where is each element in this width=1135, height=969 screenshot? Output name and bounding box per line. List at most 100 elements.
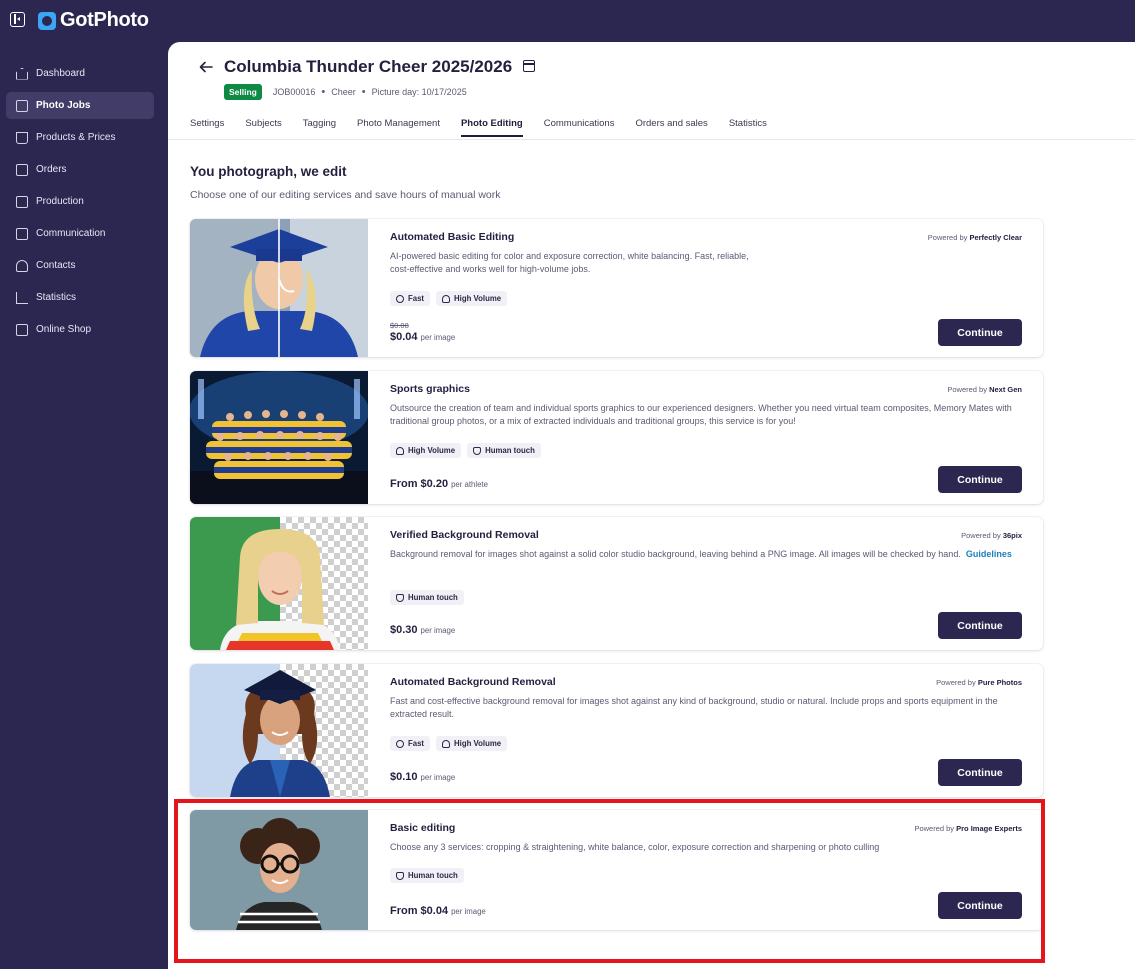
picture-day: Picture day: 10/17/2025 (371, 87, 467, 97)
tab-orders-and-sales[interactable]: Orders and sales (635, 118, 707, 137)
service-card-automated-basic-editing: Automated Basic Editing Powered by Perfe… (190, 219, 1043, 357)
price-unit: per image (420, 773, 456, 782)
service-tags: High Volume Human touch (390, 443, 541, 458)
price-value: $0.04 (390, 331, 418, 343)
service-body: Sports graphics Powered by Next Gen Outs… (390, 371, 1043, 504)
continue-button[interactable]: Continue (938, 612, 1022, 639)
powered-by: Powered by Perfectly Clear (928, 233, 1022, 242)
people-icon (442, 294, 451, 303)
service-tags: Fast High Volume (390, 736, 508, 751)
home-icon (16, 67, 28, 80)
service-tags: Human touch (390, 590, 464, 605)
tab-settings[interactable]: Settings (190, 118, 224, 137)
continue-button[interactable]: Continue (938, 466, 1022, 493)
price-unit: per image (451, 907, 486, 916)
tag-label: Fast (408, 739, 425, 748)
service-card-automated-background-removal: Automated Background Removal Powered by … (190, 664, 1043, 797)
service-image (190, 371, 368, 504)
service-description: AI-powered basic editing for color and e… (390, 251, 749, 274)
service-description: Choose any 3 services: cropping & straig… (390, 842, 880, 852)
price-old: $0.08 (390, 321, 409, 330)
service-title: Verified Background Removal (390, 529, 539, 541)
sidebar-item-production[interactable]: Production (6, 188, 154, 215)
tab-photo-editing[interactable]: Photo Editing (460, 118, 523, 137)
service-title: Sports graphics (390, 383, 470, 395)
hand-icon (473, 446, 482, 455)
job-id: JOB00016 (272, 87, 316, 97)
sidebar-item-label: Orders (36, 164, 67, 175)
image-icon (16, 99, 28, 112)
sidebar-item-photo-jobs[interactable]: Photo Jobs (6, 92, 154, 119)
calendar-edit-icon[interactable] (522, 60, 535, 72)
provider-name: Pure Photos (977, 678, 1022, 687)
service-body: Automated Background Removal Powered by … (390, 664, 1043, 797)
service-card-basic-editing: Basic editing Powered by Pro Image Exper… (190, 810, 1043, 930)
powered-label: Powered by (927, 233, 968, 242)
sidebar-collapse-icon[interactable] (10, 12, 25, 27)
provider-name: Perfectly Clear (969, 233, 1022, 242)
tag-high-volume: High Volume (436, 736, 508, 751)
powered-by: Powered by 36pix (961, 531, 1022, 540)
service-price: From $0.04 per image (390, 905, 486, 917)
service-description: Background removal for images shot again… (390, 548, 1020, 561)
sidebar-item-products-prices[interactable]: Products & Prices (6, 124, 154, 151)
tab-photo-management[interactable]: Photo Management (357, 118, 440, 137)
printer-icon (16, 195, 28, 208)
price-value: $0.10 (390, 771, 418, 783)
service-title: Basic editing (390, 822, 456, 834)
service-description: Outsource the creation of team and indiv… (390, 403, 1012, 426)
tag-label: Fast (408, 294, 425, 303)
sidebar-item-label: Contacts (36, 260, 76, 271)
tag-fast: Fast (390, 291, 431, 306)
tag-label: High Volume (454, 739, 502, 748)
service-price: $0.08 $0.04 per image (390, 321, 455, 343)
tab-statistics[interactable]: Statistics (729, 118, 767, 137)
continue-button[interactable]: Continue (938, 759, 1022, 786)
top-bar: GotPhoto (0, 0, 1135, 42)
status-badge: Selling (224, 84, 262, 100)
tag-human-touch: Human touch (467, 443, 541, 458)
sidebar-item-online-shop[interactable]: Online Shop (6, 316, 154, 343)
tab-communications[interactable]: Communications (544, 118, 615, 137)
tab-subjects[interactable]: Subjects (245, 118, 281, 137)
message-icon (16, 227, 28, 240)
provider-name: Pro Image Experts (956, 824, 1022, 833)
service-tags: Human touch (390, 868, 464, 883)
service-price: $0.30 per image (390, 624, 455, 636)
sidebar: Dashboard Photo Jobs Products & Prices O… (0, 60, 160, 348)
continue-button[interactable]: Continue (938, 892, 1022, 919)
tag-human-touch: Human touch (390, 590, 464, 605)
service-title: Automated Basic Editing (390, 231, 515, 243)
service-body: Verified Background Removal Powered by 3… (390, 517, 1043, 650)
back-arrow-icon[interactable] (198, 59, 214, 75)
tag-label: Human touch (485, 446, 535, 455)
price-unit: per image (420, 626, 456, 635)
tag-label: High Volume (454, 294, 502, 303)
job-category: Cheer (331, 87, 356, 97)
sidebar-item-dashboard[interactable]: Dashboard (6, 60, 154, 87)
tag-label: Human touch (408, 593, 458, 602)
powered-by: Powered by Next Gen (947, 385, 1022, 394)
hand-icon (396, 593, 404, 602)
page-title: Columbia Thunder Cheer 2025/2026 (224, 57, 513, 76)
service-price: From $0.20 per athlete (390, 478, 488, 490)
tag-label: High Volume (408, 446, 456, 455)
guidelines-link[interactable]: Guidelines (966, 549, 1012, 559)
sidebar-item-contacts[interactable]: Contacts (6, 252, 154, 279)
service-card-verified-background-removal: Verified Background Removal Powered by 3… (190, 517, 1043, 650)
service-card-sports-graphics: Sports graphics Powered by Next Gen Outs… (190, 371, 1043, 504)
provider-name: Next Gen (989, 385, 1022, 394)
app-logo[interactable]: GotPhoto (38, 9, 149, 32)
sidebar-item-statistics[interactable]: Statistics (6, 284, 154, 311)
tag-high-volume: High Volume (436, 291, 508, 306)
sidebar-item-label: Communication (36, 228, 106, 239)
service-description: Fast and cost-effective background remov… (390, 696, 998, 719)
sidebar-item-orders[interactable]: Orders (6, 156, 154, 183)
service-body: Automated Basic Editing Powered by Perfe… (390, 219, 1043, 357)
app-name: GotPhoto (60, 9, 149, 31)
box-icon (16, 163, 28, 176)
sidebar-item-communication[interactable]: Communication (6, 220, 154, 247)
service-tags: Fast High Volume (390, 291, 508, 306)
tab-tagging[interactable]: Tagging (303, 118, 336, 137)
continue-button[interactable]: Continue (938, 319, 1022, 346)
